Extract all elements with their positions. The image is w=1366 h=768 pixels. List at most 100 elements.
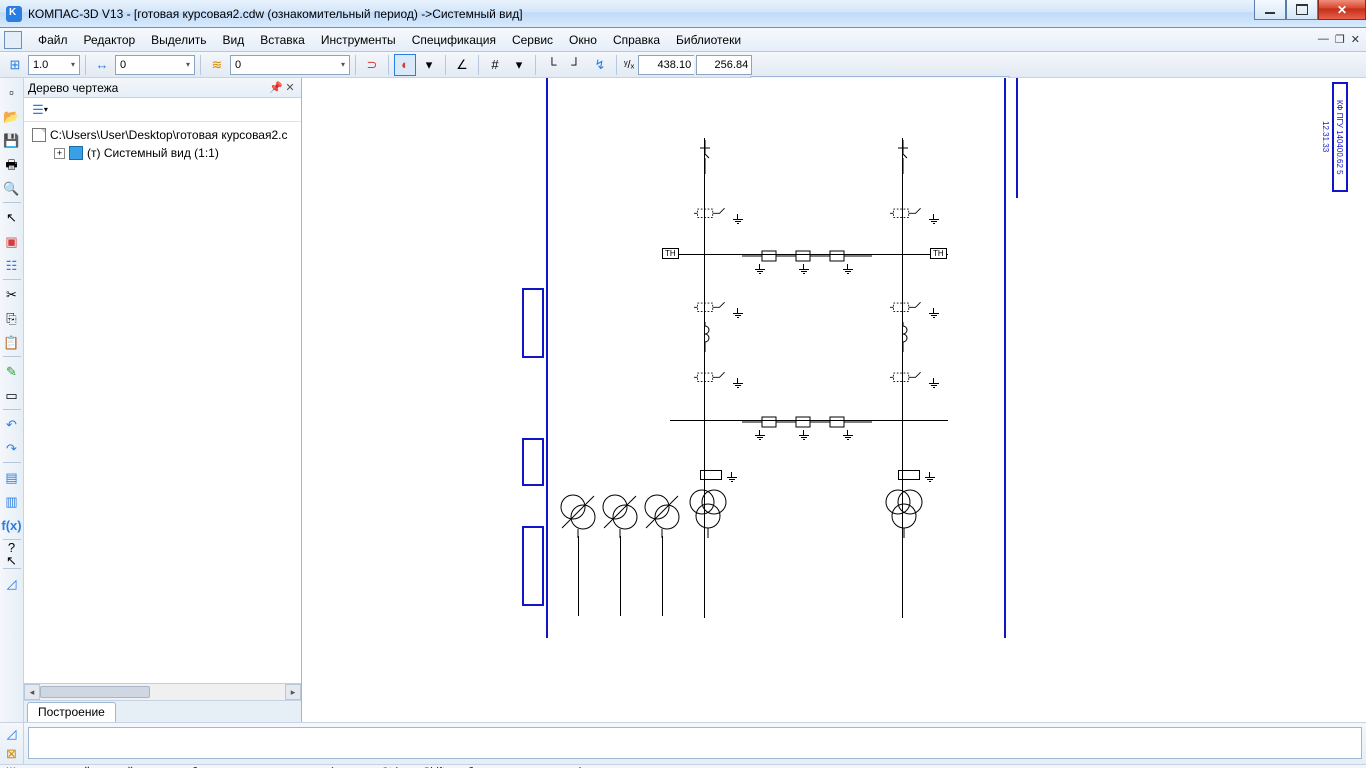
print-icon[interactable]: 🖶	[2, 154, 22, 174]
grid-icon[interactable]: #	[484, 54, 506, 76]
command-input[interactable]	[28, 727, 1362, 759]
cursor-icon[interactable]: ↖	[2, 207, 22, 227]
menu-window[interactable]: Окно	[561, 31, 605, 49]
menu-editor[interactable]: Редактор	[76, 31, 144, 49]
schematic-symbol	[886, 140, 920, 174]
step-icon[interactable]: ↔	[91, 54, 113, 76]
cmd-tool1-icon[interactable]: ◿	[2, 725, 22, 743]
spec-icon[interactable]: ▤	[2, 467, 22, 487]
menu-help[interactable]: Справка	[605, 31, 668, 49]
drawing-canvas[interactable]: КФ ПГУ 140400.62 5 12.31.33 ТН ТН	[302, 78, 1366, 722]
tree-panel: Дерево чертежа 📌 ✕ ☰▾ C:\Users\User\Desk…	[24, 78, 302, 722]
menu-libraries[interactable]: Библиотеки	[668, 31, 749, 49]
spec2-icon[interactable]: ▥	[2, 491, 22, 511]
tree-close-icon[interactable]: ✕	[283, 81, 297, 94]
drawing-stamp: КФ ПГУ 140400.62 5 12.31.33	[1332, 82, 1348, 192]
page-icon[interactable]: ▭	[2, 385, 22, 405]
help-cursor-icon[interactable]: ?↖	[2, 544, 22, 564]
cmd-tool2-icon[interactable]: ⊠	[2, 745, 22, 763]
outgoing-line	[578, 536, 579, 616]
paste-icon[interactable]: 📋	[2, 332, 22, 352]
schematic-symbol	[694, 198, 728, 232]
open-icon[interactable]: 📂	[2, 106, 22, 126]
tree-file-node[interactable]: C:\Users\User\Desktop\готовая курсовая2.…	[26, 126, 299, 144]
mdi-close-button[interactable]: ✕	[1351, 33, 1360, 46]
mdi-system-icon[interactable]	[4, 31, 22, 49]
tree-view-node[interactable]: + (т) Системный вид (1:1)	[26, 144, 299, 162]
angle-icon[interactable]: ∠	[451, 54, 473, 76]
menu-service[interactable]: Сервис	[504, 31, 561, 49]
menu-view[interactable]: Вид	[215, 31, 253, 49]
coord-x-field[interactable]: 438.10	[638, 55, 694, 75]
redo-icon[interactable]: ↷	[2, 438, 22, 458]
schematic-symbol	[688, 140, 722, 174]
left-toolbar: ▫ 📂 💾 🖶 🔍 ↖ ▣ ☷ ✂ ⎘ 📋 ✎ ▭ ↶ ↷ ▤ ▥ f(x) ?…	[0, 78, 24, 722]
brush-icon[interactable]: ✎	[2, 361, 22, 381]
mdi-restore-button[interactable]: ❐	[1335, 33, 1345, 46]
menu-file[interactable]: Файл	[30, 31, 76, 49]
cut-icon[interactable]: ✂	[2, 284, 22, 304]
save-icon[interactable]: 💾	[2, 130, 22, 150]
magnet-icon[interactable]: ⊃	[361, 54, 383, 76]
frame-line	[1016, 78, 1018, 198]
tn-label-left: ТН	[662, 248, 679, 259]
fx-icon[interactable]: f(x)	[2, 515, 22, 535]
geom-icon[interactable]: ◿	[2, 573, 22, 593]
properties-icon[interactable]: ☷	[2, 255, 22, 275]
tree-view-mode-icon[interactable]: ☰▾	[28, 100, 52, 120]
separator	[3, 409, 21, 410]
ortho-r-icon[interactable]: ┘	[565, 54, 587, 76]
separator	[200, 55, 201, 75]
copy-icon[interactable]: ⎘	[2, 308, 22, 328]
window-titlebar: КОМПАС-3D V13 - [готовая курсовая2.cdw (…	[0, 0, 1366, 28]
snap-toggle-icon[interactable]: ◐	[394, 54, 416, 76]
expand-icon[interactable]: +	[54, 148, 65, 159]
select-icon[interactable]: ▣	[2, 231, 22, 251]
ortho-l-icon[interactable]: └	[541, 54, 563, 76]
layers-icon[interactable]: ≋	[206, 54, 228, 76]
ground-icon	[842, 430, 854, 442]
schematic-symbol	[694, 362, 728, 396]
tree-pin-icon[interactable]: 📌	[269, 81, 283, 94]
schematic-symbol	[890, 292, 924, 326]
menu-spec[interactable]: Спецификация	[404, 31, 504, 49]
preview-icon[interactable]: 🔍	[2, 178, 22, 198]
scroll-right-icon[interactable]: ▸	[285, 684, 301, 700]
window-maximize-button[interactable]	[1286, 0, 1318, 20]
menu-tools[interactable]: Инструменты	[313, 31, 404, 49]
frame-line	[546, 78, 548, 638]
scroll-thumb[interactable]	[40, 686, 150, 698]
transformer-symbol	[642, 492, 682, 538]
window-close-button[interactable]	[1318, 0, 1366, 20]
menu-insert[interactable]: Вставка	[252, 31, 313, 49]
window-minimize-button[interactable]	[1254, 0, 1286, 20]
scale-combo[interactable]: 1.0▾	[28, 55, 80, 75]
separator	[616, 55, 617, 75]
ground-icon	[754, 264, 766, 276]
coord-y-field[interactable]: 256.84	[696, 55, 752, 75]
ground-icon	[726, 472, 738, 484]
tree-h-scrollbar[interactable]: ◂ ▸	[24, 683, 301, 700]
layer-combo[interactable]: 0▾	[230, 55, 350, 75]
schematic-symbol	[890, 198, 924, 232]
mdi-minimize-button[interactable]: —	[1318, 33, 1329, 46]
new-icon[interactable]: ▫	[2, 82, 22, 102]
ortho-z-icon[interactable]: ↯	[589, 54, 611, 76]
separator	[3, 279, 21, 280]
side-stamp	[522, 526, 544, 606]
tab-build[interactable]: Построение	[27, 702, 116, 722]
grid-snap-icon[interactable]: ⊞	[4, 54, 26, 76]
scroll-left-icon[interactable]: ◂	[24, 684, 40, 700]
grid-dropdown-icon[interactable]: ▾	[508, 54, 530, 76]
undo-icon[interactable]: ↶	[2, 414, 22, 434]
separator	[3, 462, 21, 463]
tree-body[interactable]: C:\Users\User\Desktop\готовая курсовая2.…	[24, 122, 301, 683]
view-icon	[69, 146, 83, 160]
ground-icon	[732, 214, 744, 226]
ground-icon	[754, 430, 766, 442]
step-combo[interactable]: 0▾	[115, 55, 195, 75]
command-panel: ◿ ⊠	[0, 722, 1366, 764]
coord-prefix-label: ʸ/ₓ	[622, 59, 636, 71]
snap-settings-icon[interactable]: ▾	[418, 54, 440, 76]
menu-select[interactable]: Выделить	[143, 31, 214, 49]
